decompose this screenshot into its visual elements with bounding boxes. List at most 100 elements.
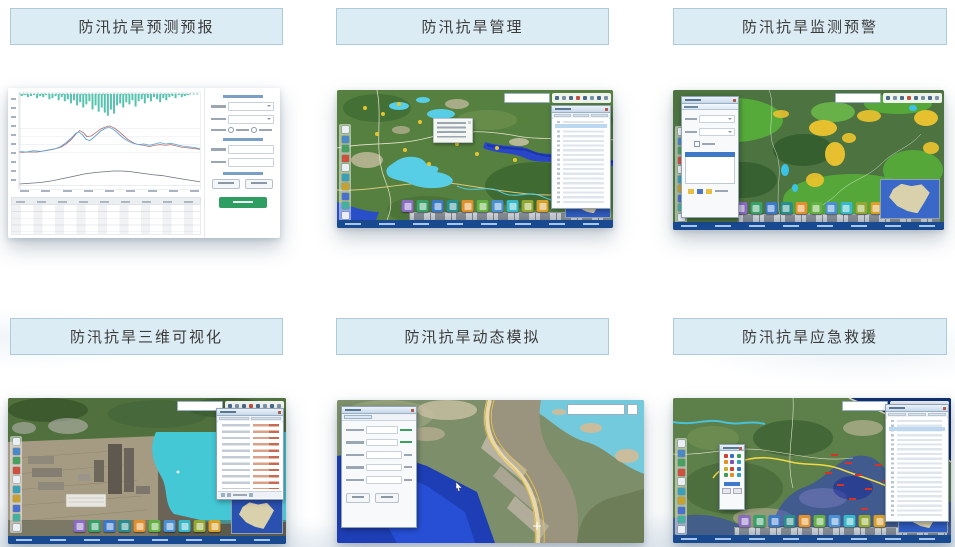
map-tool-icon[interactable] — [342, 145, 349, 152]
dock-app-icon[interactable] — [814, 515, 826, 527]
map-tool-icon[interactable] — [13, 495, 20, 502]
text-input[interactable] — [228, 145, 274, 154]
dock-app-icon[interactable] — [537, 200, 549, 212]
dock-app-icon[interactable] — [492, 200, 504, 212]
text-input[interactable] — [228, 158, 274, 167]
screenshot-monitoring-map[interactable] — [673, 90, 944, 230]
map-tool-icon[interactable] — [678, 497, 685, 504]
map-tool-icon[interactable] — [13, 514, 20, 521]
dock-app-icon[interactable] — [780, 202, 792, 214]
dock-app-icon[interactable] — [825, 202, 837, 214]
dock-app-icon[interactable] — [447, 200, 459, 212]
map-tool-icon[interactable] — [13, 467, 20, 474]
dock-app-icon[interactable] — [754, 515, 766, 527]
select-input[interactable] — [228, 115, 274, 124]
dock-app-icon[interactable] — [432, 200, 444, 212]
run-button[interactable] — [346, 493, 370, 503]
mini-button[interactable] — [733, 488, 742, 494]
toolbar-icon[interactable] — [907, 96, 911, 101]
dock-app-icon[interactable] — [462, 200, 474, 212]
screenshot-forecast-dashboard[interactable] — [8, 88, 280, 238]
palette-icon[interactable] — [724, 454, 728, 458]
map-tool-icon[interactable] — [13, 524, 20, 531]
toolbar-icon[interactable] — [921, 96, 925, 101]
layer-tree[interactable] — [553, 118, 609, 207]
mini-button[interactable] — [706, 189, 712, 194]
dock-app-icon[interactable] — [89, 520, 101, 532]
palette-icon[interactable] — [737, 460, 741, 464]
toolbar-icon[interactable] — [576, 96, 580, 101]
search-input[interactable] — [842, 401, 888, 411]
map-tool-icon[interactable] — [678, 469, 685, 476]
palette-icon[interactable] — [724, 467, 728, 471]
dock-app-icon[interactable] — [209, 520, 221, 532]
pager-button[interactable] — [249, 493, 253, 497]
toolbar-icon[interactable] — [583, 96, 587, 101]
dock-app-icon[interactable] — [829, 515, 841, 527]
number-input[interactable] — [366, 451, 402, 459]
screenshot-dynamic-simulation[interactable] — [337, 400, 644, 543]
tab[interactable] — [908, 413, 926, 416]
palette-icon[interactable] — [737, 473, 741, 477]
dock-app-icon[interactable] — [507, 200, 519, 212]
dock-app-icon[interactable] — [134, 520, 146, 532]
map-tool-icon[interactable] — [342, 174, 349, 181]
toolbar-icon[interactable] — [886, 96, 890, 101]
search-button[interactable] — [627, 404, 638, 415]
palette-icon[interactable] — [724, 460, 728, 464]
palette-titlebar[interactable] — [720, 445, 744, 451]
search-input[interactable] — [567, 404, 625, 415]
map-tool-icon[interactable] — [678, 526, 685, 533]
map-tool-icon[interactable] — [678, 440, 685, 447]
dock-app-icon[interactable] — [194, 520, 206, 532]
tab[interactable] — [591, 114, 608, 117]
select-input[interactable] — [228, 102, 274, 111]
tab[interactable] — [219, 417, 249, 420]
panel-titlebar[interactable] — [552, 106, 610, 113]
map-tool-icon[interactable] — [342, 193, 349, 200]
panel-titlebar[interactable] — [217, 409, 283, 416]
toolbar-icon[interactable] — [893, 96, 897, 101]
dock-app-icon[interactable] — [840, 202, 852, 214]
number-input[interactable] — [366, 464, 402, 472]
toolbar-icon[interactable] — [928, 96, 932, 101]
palette-icon[interactable] — [724, 473, 728, 477]
dock-app-icon[interactable] — [750, 202, 762, 214]
dock-app-icon[interactable] — [769, 515, 781, 527]
dock-app-icon[interactable] — [522, 200, 534, 212]
toolbar-icon[interactable] — [900, 96, 904, 101]
palette-icon[interactable] — [730, 467, 734, 471]
palette-selected[interactable] — [724, 482, 740, 486]
map-tool-icon[interactable] — [678, 450, 685, 457]
map-tool-icon[interactable] — [342, 136, 349, 143]
dock-app-icon[interactable] — [104, 520, 116, 532]
map-tool-icon[interactable] — [678, 516, 685, 523]
screenshot-management-map[interactable] — [337, 90, 613, 228]
search-input[interactable] — [504, 93, 550, 103]
mini-button[interactable] — [697, 189, 703, 194]
dock-app-icon[interactable] — [844, 515, 856, 527]
map-tool-icon[interactable] — [342, 164, 349, 171]
date-input[interactable] — [699, 115, 735, 123]
map-tool-icon[interactable] — [13, 438, 20, 445]
selected-layer-row[interactable] — [889, 427, 945, 431]
feature-title-simulation[interactable]: 防汛抗旱动态模拟 — [336, 318, 609, 355]
search-input[interactable] — [835, 93, 881, 103]
toolbar-icon[interactable] — [597, 96, 601, 101]
dock-app-icon[interactable] — [74, 520, 86, 532]
map-tool-icon[interactable] — [678, 478, 685, 485]
active-tab[interactable] — [344, 415, 372, 419]
radio-button[interactable] — [228, 127, 234, 133]
dock-app-icon[interactable] — [739, 515, 751, 527]
map-tool-icon[interactable] — [342, 126, 349, 133]
dock-app-icon[interactable] — [149, 520, 161, 532]
dock-app-icon[interactable] — [402, 200, 414, 212]
map-tool-icon[interactable] — [342, 202, 349, 209]
checkbox[interactable] — [694, 141, 700, 147]
pager-button[interactable] — [227, 493, 231, 497]
toolbar-icon[interactable] — [562, 96, 566, 101]
map-tool-icon[interactable] — [13, 476, 20, 483]
tab[interactable] — [888, 413, 906, 416]
secondary-button[interactable] — [212, 179, 240, 189]
radio-button[interactable] — [251, 127, 257, 133]
